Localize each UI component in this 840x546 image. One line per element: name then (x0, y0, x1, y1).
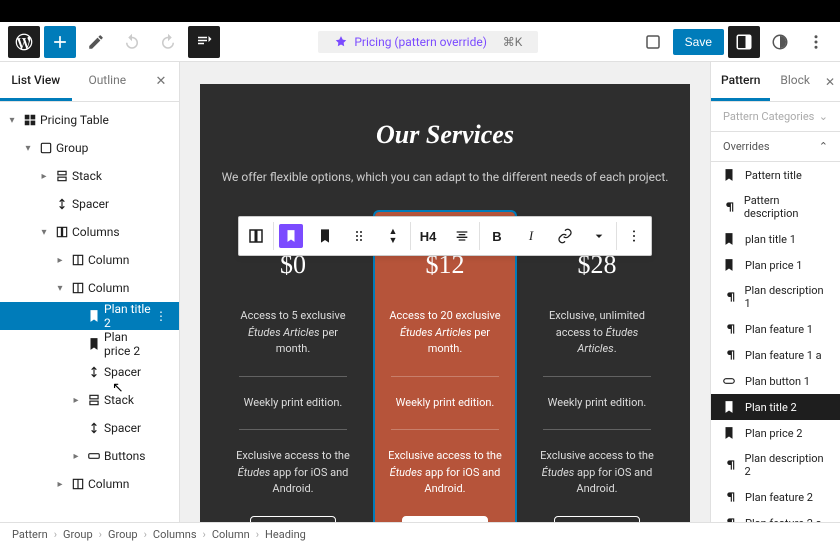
tree-item-stack[interactable]: ▸Stack⋮ (0, 386, 179, 414)
override-plan-description-2[interactable]: Plan description 2 (711, 446, 840, 484)
tab-pattern[interactable]: Pattern (711, 62, 770, 101)
override-plan-button-1[interactable]: Plan button 1 (711, 368, 840, 394)
breadcrumb-column[interactable]: Column (212, 528, 250, 541)
right-panel: Pattern Block ✕ Pattern Categories⌄ Over… (710, 62, 840, 522)
breadcrumb-heading[interactable]: Heading (265, 528, 306, 541)
plan-2-line-2[interactable]: Weekly print edition. (385, 391, 505, 416)
view-button[interactable] (637, 26, 669, 58)
override-plan-price-2[interactable]: Plan price 2 (711, 420, 840, 446)
tree-item-plan-price-2[interactable]: Plan price 2⋮ (0, 330, 179, 358)
breadcrumb-group[interactable]: Group (63, 528, 93, 541)
override-pattern-description[interactable]: Pattern description (711, 188, 840, 226)
drag-handle[interactable] (342, 216, 376, 256)
canvas-wrap: Our Services We offer flexible options, … (180, 62, 710, 522)
tab-list-view[interactable]: List View (0, 62, 72, 101)
block-breadcrumb: Pattern›Group›Group›Columns›Column›Headi… (0, 522, 840, 546)
link-button[interactable] (548, 216, 582, 256)
wp-logo[interactable] (8, 26, 40, 58)
right-tabs: Pattern Block ✕ (711, 62, 840, 102)
left-panel: List View Outline ✕ ▾Pricing Table⋮▾Grou… (0, 62, 180, 522)
heading-level[interactable]: H4 (411, 216, 445, 256)
breadcrumb-columns[interactable]: Columns (153, 528, 197, 541)
plan-1[interactable]: Free $0 Access to 5 exclusive Études Art… (223, 212, 363, 522)
plan-3-line-2[interactable]: Weekly print edition. (537, 391, 657, 416)
override-bookmark-active[interactable] (274, 216, 308, 256)
override-plan-title-2[interactable]: Plan title 2 (711, 394, 840, 420)
override-plan-description-1[interactable]: Plan description 1 (711, 278, 840, 316)
tools-button[interactable] (80, 26, 112, 58)
tab-block[interactable]: Block (770, 62, 820, 101)
document-overview-button[interactable] (188, 26, 220, 58)
override-plan-price-1[interactable]: Plan price 1 (711, 252, 840, 278)
block-options[interactable] (617, 216, 651, 256)
plan-1-line-3[interactable]: Exclusive access to the Études app for i… (233, 444, 353, 502)
save-button[interactable]: Save (673, 29, 724, 55)
plan-3-line-3[interactable]: Exclusive access to the Études app for i… (537, 444, 657, 502)
italic-button[interactable]: I (514, 216, 548, 256)
override-plan-feature-1-a[interactable]: Plan feature 1 a (711, 342, 840, 368)
tab-outline[interactable]: Outline (72, 62, 144, 101)
override-pattern-title[interactable]: Pattern title (711, 162, 840, 188)
main-layout: List View Outline ✕ ▾Pricing Table⋮▾Grou… (0, 62, 840, 522)
tree-item-column[interactable]: ▾Column⋮ (0, 274, 179, 302)
crumb-label: Pricing (pattern override) (354, 35, 487, 49)
right-panel-close[interactable]: ✕ (820, 62, 840, 101)
plan-2-line-1[interactable]: Access to 20 exclusive Études Articles p… (385, 304, 505, 362)
top-center: Pricing (pattern override) ⌘K (224, 31, 633, 53)
breadcrumb-pattern[interactable]: Pattern (12, 528, 48, 541)
plan-2[interactable]: Connoisseur $12 Access to 20 exclusive É… (375, 212, 515, 522)
redo-button[interactable] (152, 26, 184, 58)
services-subtitle[interactable]: We offer flexible options, which you can… (220, 170, 670, 184)
plan-3-line-1[interactable]: Exclusive, unlimited access to Études Ar… (537, 304, 657, 362)
override-plan-feature-1[interactable]: Plan feature 1 (711, 316, 840, 342)
services-title[interactable]: Our Services (220, 120, 670, 150)
breadcrumb-group[interactable]: Group (108, 528, 138, 541)
tree-item-spacer[interactable]: Spacer⋮ (0, 190, 179, 218)
editor-topbar: Pricing (pattern override) ⌘K Save (0, 22, 840, 62)
override-bookmark[interactable] (308, 216, 342, 256)
plan-1-subscribe-button[interactable]: Subscribe (250, 516, 337, 523)
left-panel-close[interactable]: ✕ (143, 62, 179, 101)
section-overrides[interactable]: Overrides⌃ (711, 132, 840, 162)
plan-1-line-2[interactable]: Weekly print edition. (233, 391, 353, 416)
tree-item-group[interactable]: ▾Group⋮ (0, 134, 179, 162)
more-options-button[interactable] (800, 26, 832, 58)
override-plan-feature-2[interactable]: Plan feature 2 (711, 484, 840, 510)
more-rich-text[interactable] (582, 216, 616, 256)
macos-black-bar (0, 0, 840, 22)
plan-2-subscribe-button[interactable]: Subscribe (402, 516, 489, 523)
block-toolbar: ▲▼ H4 B I (238, 216, 652, 256)
section-categories[interactable]: Pattern Categories⌄ (711, 102, 840, 132)
plan-3[interactable]: Expert $28 Exclusive, unlimited access t… (527, 212, 667, 522)
tree-item-column[interactable]: ▸Column⋮ (0, 470, 179, 498)
tree-item-spacer[interactable]: Spacer⋮ (0, 358, 179, 386)
plan-1-line-1[interactable]: Access to 5 exclusive Études Articles pe… (233, 304, 353, 362)
tree-item-stack[interactable]: ▸Stack⋮ (0, 162, 179, 190)
plan-2-line-3[interactable]: Exclusive access to the Études app for i… (385, 444, 505, 502)
styles-button[interactable] (764, 26, 796, 58)
block-tree: ▾Pricing Table⋮▾Group⋮▸Stack⋮Spacer⋮▾Col… (0, 102, 179, 522)
settings-sidebar-toggle[interactable] (728, 26, 760, 58)
override-plan-title-1[interactable]: plan title 1 (711, 226, 840, 252)
crumb-shortcut: ⌘K (503, 35, 523, 49)
move-updown[interactable]: ▲▼ (376, 216, 410, 256)
pricing-plans: Free $0 Access to 5 exclusive Études Art… (220, 212, 670, 522)
tree-item-column[interactable]: ▸Column⋮ (0, 246, 179, 274)
bold-button[interactable]: B (480, 216, 514, 256)
left-tabs: List View Outline ✕ (0, 62, 179, 102)
tree-item-columns[interactable]: ▾Columns⋮ (0, 218, 179, 246)
block-type-button[interactable] (239, 216, 273, 256)
overrides-list: Pattern titlePattern descriptionplan tit… (711, 162, 840, 522)
tree-item-spacer[interactable]: Spacer⋮ (0, 414, 179, 442)
editor-canvas[interactable]: Our Services We offer flexible options, … (200, 84, 690, 522)
undo-button[interactable] (116, 26, 148, 58)
align-button[interactable] (445, 216, 479, 256)
plan-3-subscribe-button[interactable]: Subscribe (554, 516, 641, 523)
add-block-button[interactable] (44, 26, 76, 58)
override-plan-feature-2-a[interactable]: Plan feature 2 a (711, 510, 840, 522)
tree-item-plan-title-2[interactable]: Plan title 2⋮ (0, 302, 179, 330)
tree-item-buttons[interactable]: ▸Buttons⋮ (0, 442, 179, 470)
document-crumb[interactable]: Pricing (pattern override) ⌘K (318, 31, 538, 53)
tree-item-pricing-table[interactable]: ▾Pricing Table⋮ (0, 106, 179, 134)
